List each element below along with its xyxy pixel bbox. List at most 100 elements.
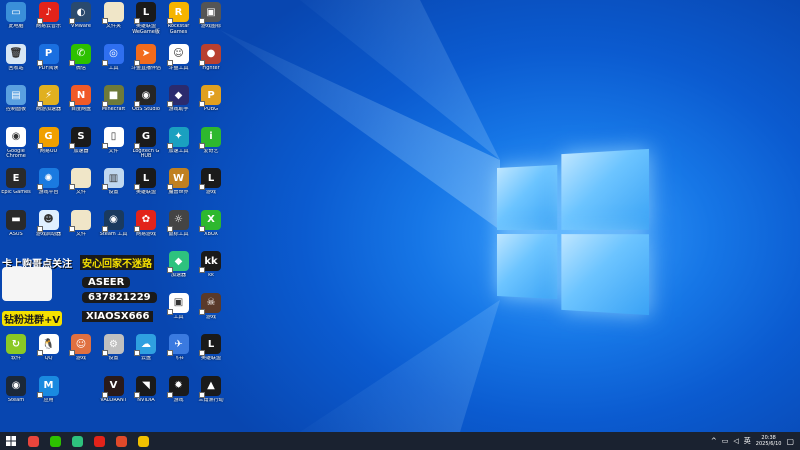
desktop-icon[interactable]: V VALORANT bbox=[98, 375, 130, 416]
desktop-icon[interactable]: ➤ 斗鱼直播伴侣 bbox=[130, 43, 162, 84]
desktop-icon[interactable]: R Rockstar Games bbox=[163, 2, 195, 42]
desktop-icon[interactable]: S 加速器 bbox=[65, 126, 97, 167]
app-icon: M bbox=[36, 375, 59, 398]
tray-arrow-icon[interactable]: ^ bbox=[711, 437, 717, 445]
desktop-icon[interactable]: ✆ 微信 bbox=[65, 43, 97, 84]
desktop-icon-label: kk bbox=[208, 273, 214, 278]
desktop-icon[interactable]: ↻ 软件 bbox=[0, 334, 32, 374]
desktop-icon[interactable]: ♪ 网易云音乐 bbox=[33, 2, 65, 42]
taskbar-app-triangle[interactable] bbox=[66, 432, 88, 450]
notification-icon[interactable]: ▢ bbox=[786, 437, 794, 446]
desktop-icon[interactable]: ◉ OBS Studio bbox=[130, 85, 162, 125]
desktop-icon[interactable]: ▬ ASUS bbox=[0, 209, 32, 250]
desktop-icon[interactable]: ✿ 网易游戏 bbox=[130, 209, 162, 250]
desktop-icon[interactable]: L 游戏 bbox=[195, 168, 227, 208]
desktop-icon[interactable]: ✈ 飞书 bbox=[163, 334, 195, 374]
desktop-icon[interactable]: ✦ 加速工具 bbox=[163, 126, 195, 167]
shortcut-arrow-icon bbox=[101, 18, 108, 24]
desktop-icon[interactable]: ⚡ 网游加速器 bbox=[33, 85, 65, 125]
desktop-icon[interactable]: ☺ 斗鱼工具 bbox=[163, 43, 195, 84]
desktop-icon[interactable]: 文件 bbox=[65, 209, 97, 250]
desktop-icon[interactable]: L 英雄联盟 bbox=[130, 168, 162, 208]
desktop-icon[interactable]: N 百度网盘 bbox=[65, 85, 97, 125]
app-glyph: ✹ bbox=[174, 380, 183, 391]
desktop-icon[interactable]: ▣ 游戏图标 bbox=[195, 2, 227, 42]
desktop-icon[interactable]: G 网易UU bbox=[33, 126, 65, 167]
shortcut-arrow-icon bbox=[134, 225, 140, 232]
desktop-icon[interactable]: G Logitech G HUB bbox=[130, 126, 162, 167]
desktop-icon[interactable]: ◉ Google Chrome bbox=[0, 126, 32, 167]
desktop-icon[interactable]: L 英雄联盟 WeGame版 bbox=[130, 2, 162, 42]
network-icon[interactable]: ▭ bbox=[722, 437, 729, 445]
app-icon: ◉ bbox=[6, 375, 26, 396]
desktop-icon[interactable]: ◉ Steam bbox=[0, 375, 32, 416]
desktop-icon-label: 网游加速器 bbox=[35, 107, 61, 112]
desktop-icon[interactable]: ▭ 此电脑 bbox=[0, 2, 32, 42]
shortcut-arrow-icon bbox=[134, 350, 140, 356]
desktop-icon[interactable]: P PUBG bbox=[195, 85, 227, 125]
app-icon: L bbox=[199, 334, 221, 356]
desktop-icon[interactable]: ▯ 文件 bbox=[98, 126, 130, 167]
app-icon: X bbox=[199, 209, 221, 232]
taskbar-chrome[interactable] bbox=[22, 432, 44, 450]
taskbar-netease[interactable] bbox=[88, 432, 110, 450]
desktop-icon[interactable]: ◐ VMware bbox=[65, 2, 97, 42]
desktop-icon[interactable]: P PDF阅读 bbox=[33, 43, 65, 84]
input-lang[interactable]: 英 bbox=[744, 436, 751, 446]
desktop-icon[interactable]: ▣ 工具 bbox=[163, 292, 195, 333]
desktop-icon[interactable]: ◆ 加速器 bbox=[163, 251, 195, 291]
desktop-icon[interactable]: 🗑 回收站 bbox=[0, 43, 32, 84]
volume-icon[interactable]: ◁ bbox=[733, 437, 738, 445]
desktop-icon[interactable]: ☠ 游戏 bbox=[195, 292, 227, 333]
desktop-icon[interactable]: ✺ 游戏平台 bbox=[33, 168, 65, 208]
desktop-icon[interactable]: ✹ 游戏 bbox=[163, 375, 195, 416]
start-button[interactable] bbox=[0, 432, 22, 450]
desktop-icon[interactable]: ◉ Steam 工具 bbox=[98, 209, 130, 250]
desktop-icon[interactable]: ◎ 工具 bbox=[98, 43, 130, 84]
desktop-icon[interactable]: ● Fighter bbox=[195, 43, 227, 84]
desktop-icon[interactable]: M 应用 bbox=[33, 375, 65, 416]
desktop-icon[interactable]: X XBOX bbox=[195, 209, 227, 250]
desktop-icon[interactable]: ◥ NVIDIA bbox=[130, 375, 162, 416]
taskbar-game[interactable] bbox=[132, 432, 154, 450]
desktop-icon[interactable]: ☁ 云盘 bbox=[130, 334, 162, 374]
clock[interactable]: 20:38 2025/6/10 bbox=[756, 435, 782, 447]
app-icon: ◆ bbox=[166, 251, 189, 273]
desktop-icon[interactable]: ☺ 游戏 bbox=[65, 334, 97, 374]
app-icon: 🐧 bbox=[36, 334, 59, 356]
taskbar-wechat[interactable] bbox=[44, 432, 66, 450]
desktop-icon[interactable]: ☻ 游戏启动器 bbox=[33, 209, 65, 250]
desktop-icon[interactable]: kk kk bbox=[195, 251, 227, 291]
taskbar-wps[interactable] bbox=[110, 432, 132, 450]
app-icon: ☼ bbox=[166, 209, 189, 232]
app-icon: L bbox=[134, 2, 156, 24]
desktop-icon[interactable]: ☼ 鼠标工具 bbox=[163, 209, 195, 250]
desktop-icon-label: 文件夹 bbox=[105, 24, 121, 29]
app-glyph: ▤ bbox=[11, 89, 21, 101]
desktop-icon[interactable]: 文件 bbox=[65, 168, 97, 208]
app-glyph: 🐧 bbox=[42, 338, 55, 350]
app-icon bbox=[69, 209, 91, 232]
logo-pane-br bbox=[561, 234, 649, 316]
desktop-icon[interactable]: ⚙ 设置 bbox=[98, 334, 130, 374]
desktop-icon-label: NVIDIA bbox=[137, 397, 155, 403]
desktop-icon-label: Google Chrome bbox=[6, 148, 26, 159]
desktop-icon[interactable]: ■ Minecraft bbox=[98, 85, 130, 125]
app-icon: ☺ bbox=[69, 334, 91, 356]
desktop-icon[interactable]: ◆ 游戏助手 bbox=[163, 85, 195, 125]
app-glyph: ▣ bbox=[206, 6, 216, 18]
app-glyph: L bbox=[142, 172, 150, 184]
desktop-icon[interactable]: ▤ 控制面板 bbox=[0, 85, 32, 125]
desktop-icon[interactable]: ▥ 设置 bbox=[98, 168, 130, 208]
desktop-icon[interactable]: 🐧 QQ bbox=[33, 334, 65, 374]
app-icon: ▬ bbox=[6, 209, 26, 230]
app-glyph: 🗑 bbox=[9, 48, 23, 59]
app-icon: ■ bbox=[101, 85, 124, 107]
app-glyph: ⚡ bbox=[44, 89, 53, 101]
desktop-icon[interactable]: L 英雄联盟 bbox=[195, 334, 227, 374]
desktop-icon[interactable]: 文件夹 bbox=[98, 2, 130, 42]
desktop-icon[interactable]: E Epic Games bbox=[0, 168, 32, 208]
desktop-icon[interactable]: ▲ 三角洲行动 bbox=[195, 375, 227, 416]
desktop-icon[interactable]: W 魔兽世界 bbox=[163, 168, 195, 208]
desktop-icon[interactable]: i 爱奇艺 bbox=[195, 126, 227, 167]
